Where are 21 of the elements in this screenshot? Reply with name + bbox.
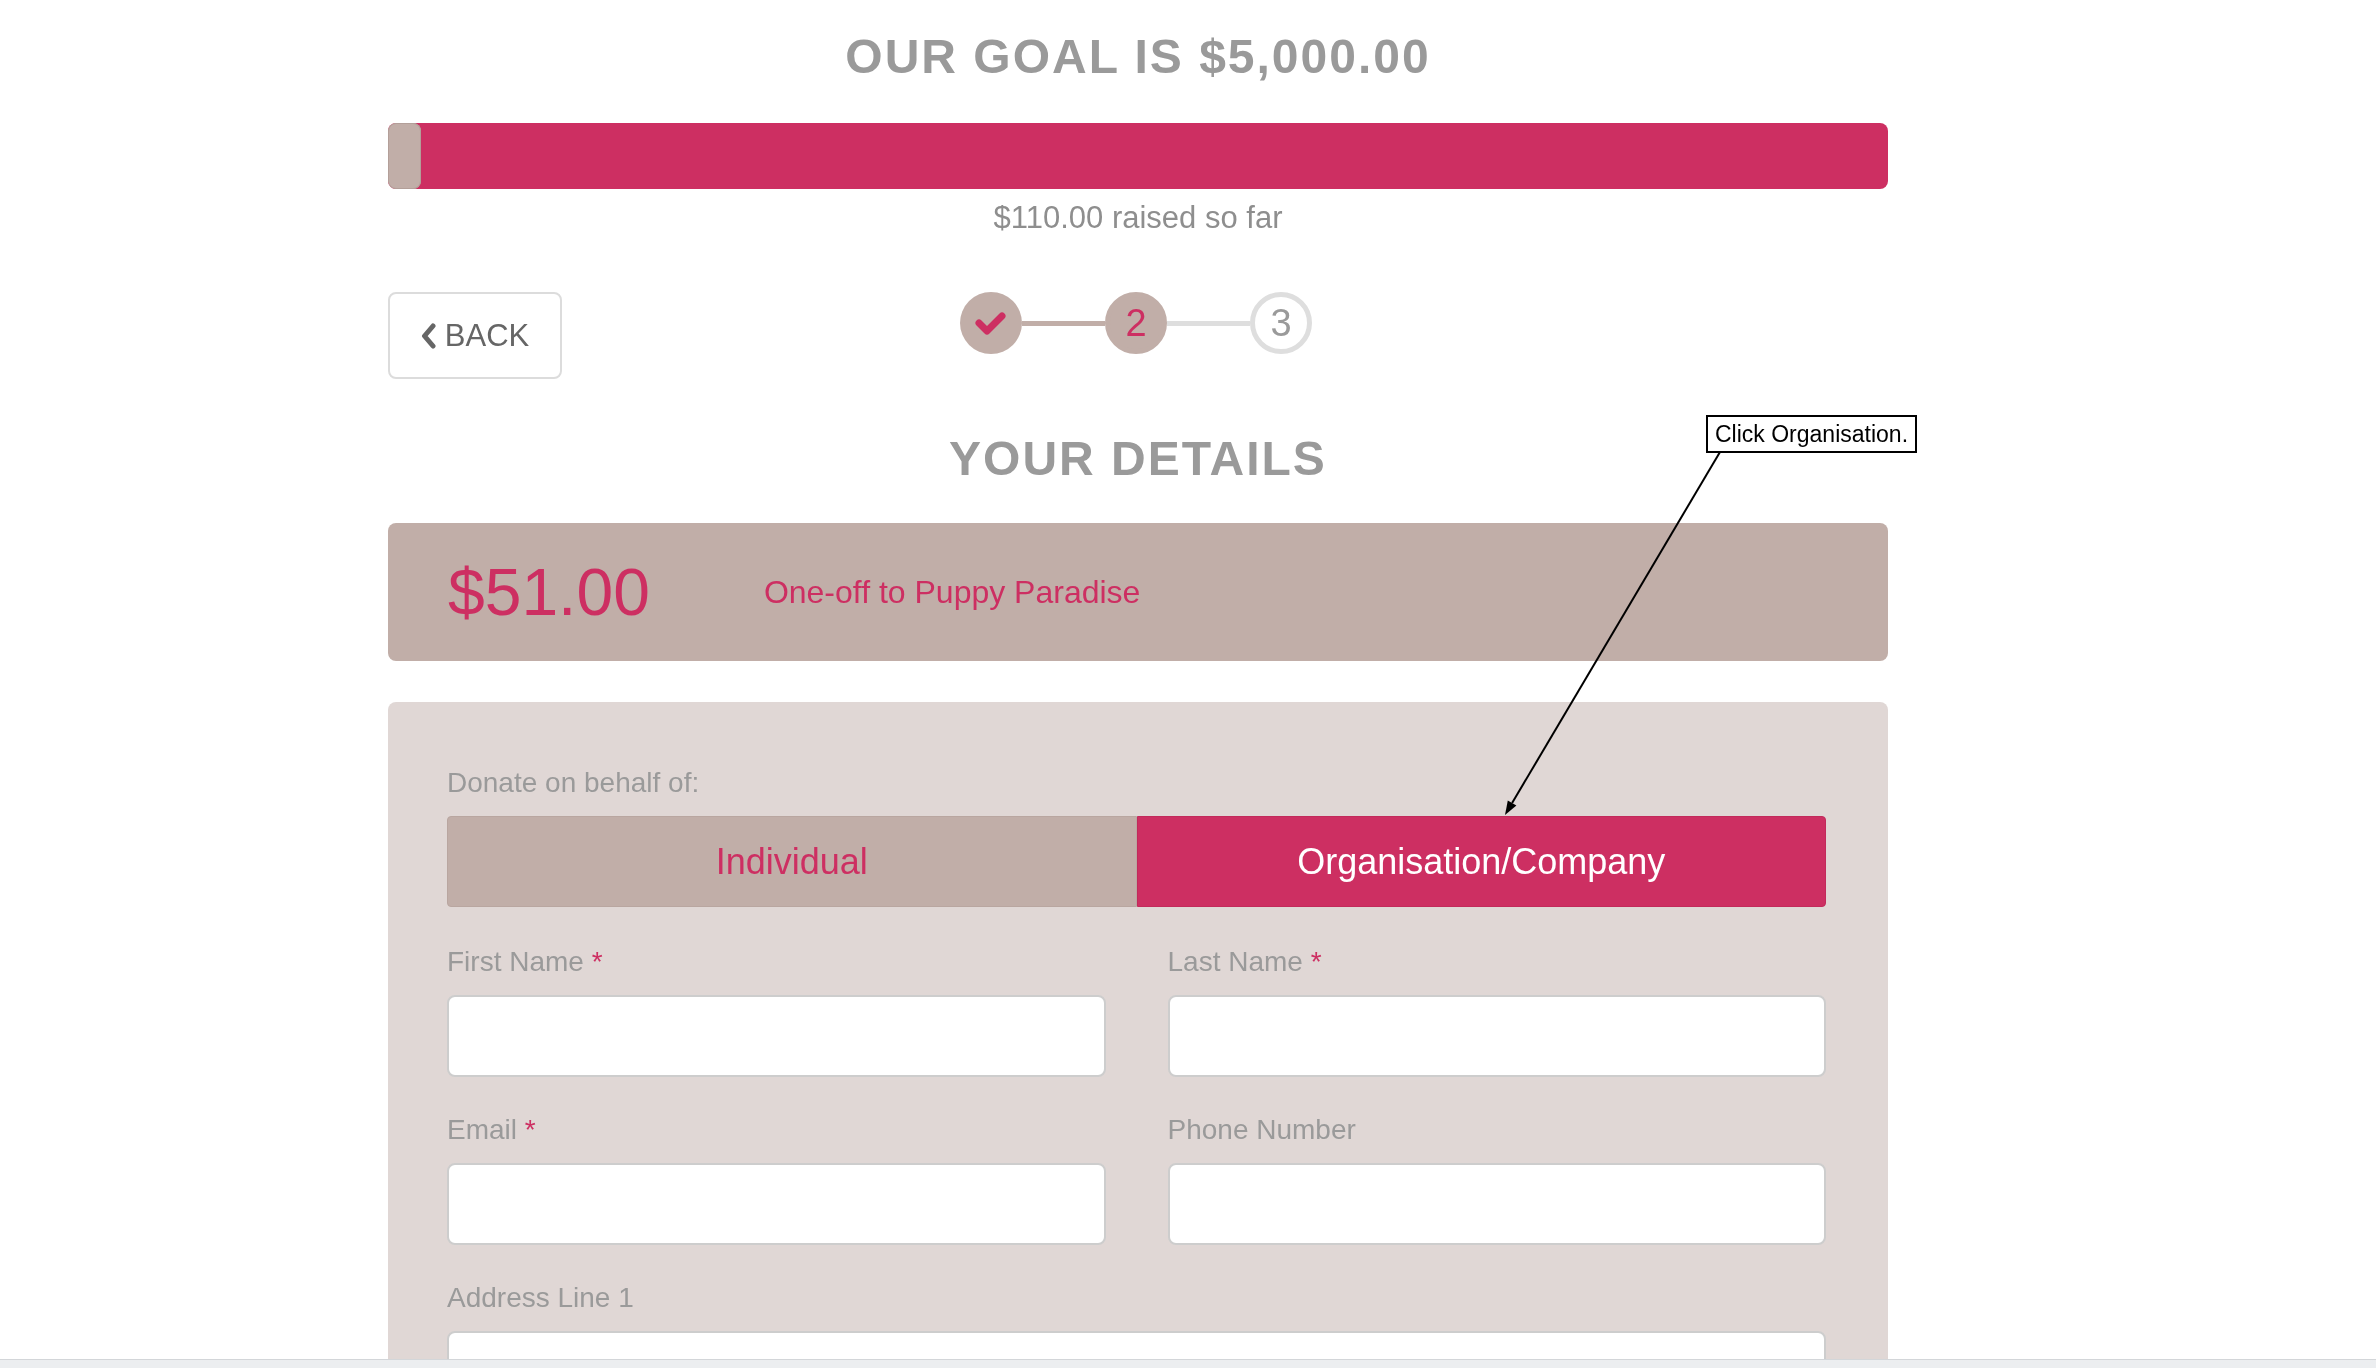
text-input[interactable]: [447, 995, 1106, 1077]
text-input[interactable]: [1167, 995, 1826, 1077]
field-label: Email *: [447, 1113, 536, 1147]
back-button[interactable]: BACK: [388, 292, 562, 379]
field-label: Last Name *: [1167, 945, 1322, 979]
raised-amount: $110.00 raised so far: [993, 199, 1283, 237]
field-label: Phone Number: [1167, 1113, 1356, 1147]
text-input[interactable]: [447, 1163, 1106, 1245]
section-title: YOUR DETAILS: [949, 431, 1327, 487]
step-indicator: 2: [1105, 292, 1167, 354]
goal-title: OUR GOAL IS $5,000.00: [845, 29, 1431, 85]
step-indicator: 3: [1250, 292, 1312, 354]
donation-description: One-off to Puppy Paradise: [763, 573, 1141, 611]
segmented-option[interactable]: Organisation/Company: [1136, 816, 1826, 907]
field-label: First Name *: [447, 945, 603, 979]
donation-amount: $51.00: [448, 559, 650, 625]
annotation-label: Click Organisation.: [1706, 415, 1918, 453]
behalf-label: Donate on behalf of:: [447, 766, 700, 800]
chevron-left-icon: [420, 322, 436, 349]
field-label: Address Line 1: [447, 1281, 634, 1315]
text-input[interactable]: [1167, 1163, 1826, 1245]
